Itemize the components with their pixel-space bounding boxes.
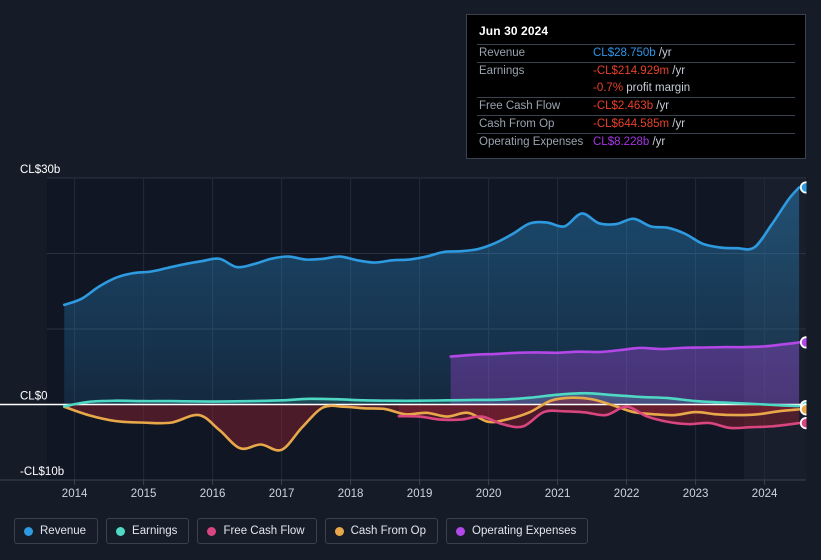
tooltip-value-unit: /yr — [669, 118, 686, 130]
chart-tooltip: Jun 30 2024 Revenue CL$28.750b /yr Earning… — [466, 14, 806, 159]
x-axis-label: 2017 — [269, 488, 295, 500]
legend-label: Operating Expenses — [472, 525, 577, 537]
legend-item-revenue[interactable]: Revenue — [14, 518, 99, 544]
legend-item-operating-expenses[interactable]: Operating Expenses — [446, 518, 589, 544]
legend-item-cash-from-op[interactable]: Cash From Op — [324, 518, 439, 544]
y-axis-label: CL$0 — [20, 391, 48, 403]
tooltip-row-label: Earnings — [479, 65, 525, 77]
tooltip-row-value: CL$28.750b /yr — [591, 45, 795, 63]
right-mask — [806, 0, 821, 500]
x-axis-label: 2024 — [752, 488, 778, 500]
legend-color-dot — [334, 526, 344, 536]
tooltip-value-amount: CL$8.228b — [593, 136, 650, 148]
tooltip-row-label: Cash From Op — [479, 118, 555, 130]
tooltip-row-label: Revenue — [479, 47, 526, 59]
chart-page: CL$30b CL$0 -CL$10b 2014 2015 2016 2017 2018 201… — [0, 0, 821, 560]
x-axis-label: 2016 — [200, 488, 226, 500]
chart-legend: Revenue Earnings Free Cash Flow Cash From O… — [0, 508, 821, 554]
tooltip-row: Cash From Op -CL$644.585m /yr — [477, 115, 795, 134]
legend-label: Cash From Op — [350, 525, 427, 537]
tooltip-row-value: -CL$644.585m /yr — [591, 116, 795, 134]
legend-label: Free Cash Flow — [223, 525, 305, 537]
x-axis-label: 2014 — [62, 488, 88, 500]
tooltip-value-unit: /yr — [649, 136, 666, 148]
x-axis-label: 2019 — [407, 488, 433, 500]
tooltip-value-unit: profit margin — [623, 82, 691, 94]
tooltip-row: Earnings -CL$214.929m /yr — [477, 62, 795, 81]
legend-label: Earnings — [132, 525, 178, 537]
tooltip-value-unit: /yr — [669, 65, 686, 77]
tooltip-value-amount: -CL$644.585m — [593, 118, 670, 130]
legend-color-dot — [207, 526, 217, 536]
tooltip-row-label: Free Cash Flow — [479, 100, 561, 112]
tooltip-value-unit: /yr — [655, 47, 672, 59]
x-axis-label: 2021 — [545, 488, 571, 500]
legend-item-free-cash-flow[interactable]: Free Cash Flow — [197, 518, 317, 544]
tooltip-row-value: -CL$2.463b /yr — [591, 98, 795, 116]
legend-color-dot — [456, 526, 466, 536]
tooltip-value-amount: CL$28.750b — [593, 47, 656, 59]
tooltip-row: Operating Expenses CL$8.228b /yr — [477, 133, 795, 152]
tooltip-value-amount: -CL$214.929m — [593, 65, 670, 77]
x-axis-label: 2020 — [476, 488, 502, 500]
tooltip-row: -0.7% profit margin — [477, 80, 795, 98]
tooltip-value-unit: /yr — [653, 100, 670, 112]
tooltip-row-label — [477, 80, 591, 98]
tooltip-table: Revenue CL$28.750b /yr Earnings -CL$214.929… — [477, 44, 795, 151]
tooltip-value-amount: -0.7% — [593, 82, 624, 94]
legend-color-dot — [24, 526, 33, 536]
legend-label: Revenue — [40, 525, 87, 537]
tooltip-row: Free Cash Flow -CL$2.463b /yr — [477, 97, 795, 116]
legend-item-earnings[interactable]: Earnings — [106, 518, 190, 544]
tooltip-row-value: CL$8.228b /yr — [591, 134, 795, 152]
tooltip-row-value: -0.7% profit margin — [591, 80, 795, 98]
x-axis-label: 2018 — [338, 488, 364, 500]
legend-color-dot — [116, 526, 126, 536]
x-axis-label: 2022 — [614, 488, 640, 500]
tooltip-row-label: Operating Expenses — [479, 136, 584, 148]
y-axis-label: -CL$10b — [20, 466, 64, 478]
tooltip-row-value: -CL$214.929m /yr — [591, 63, 795, 81]
tooltip-row: Revenue CL$28.750b /yr — [477, 44, 795, 63]
y-axis-label: CL$30b — [20, 164, 60, 176]
x-axis-label: 2015 — [131, 488, 157, 500]
tooltip-date: Jun 30 2024 — [479, 24, 549, 38]
tooltip-value-amount: -CL$2.463b — [593, 100, 654, 112]
x-axis-label: 2023 — [683, 488, 709, 500]
